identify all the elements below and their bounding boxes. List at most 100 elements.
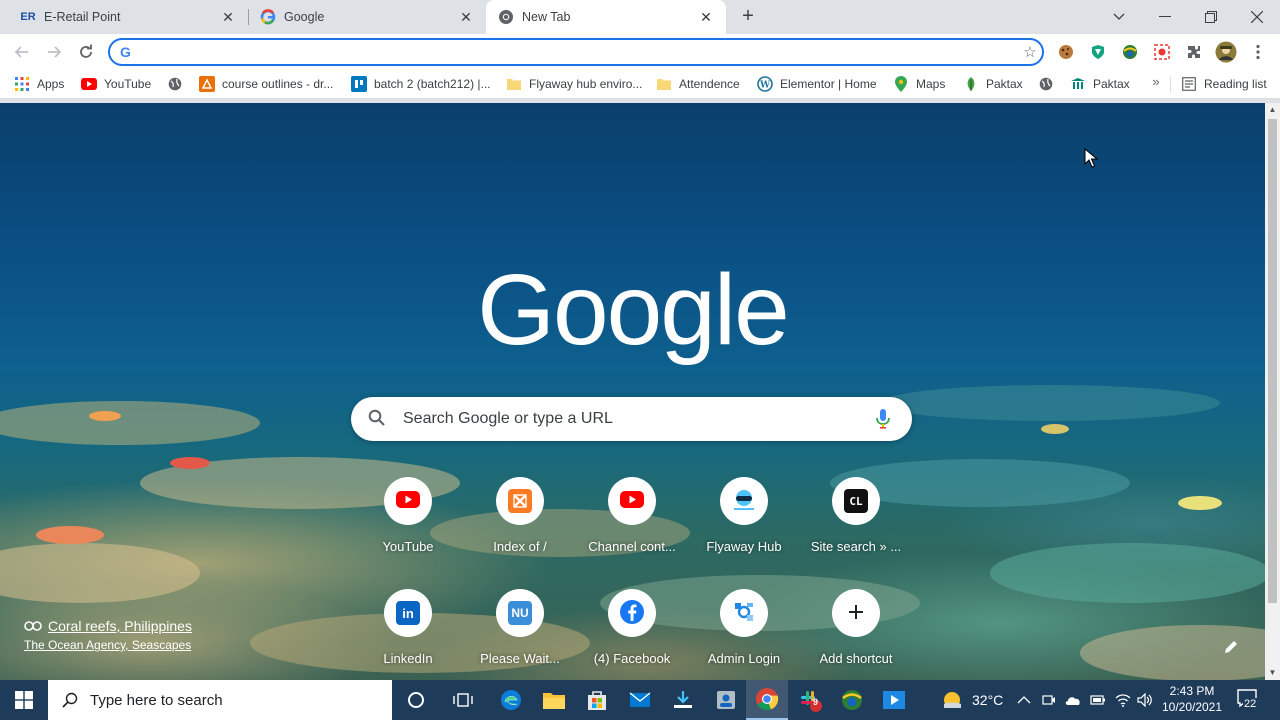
- reading-list-label: Reading list: [1204, 77, 1267, 91]
- profile-avatar-icon[interactable]: [1214, 40, 1238, 64]
- restore-button[interactable]: [1188, 0, 1234, 34]
- scroll-up-arrow-icon[interactable]: ▲: [1265, 103, 1280, 117]
- page-scrollbar[interactable]: ▲ ▼: [1265, 103, 1280, 680]
- close-icon: [1251, 11, 1263, 23]
- start-button[interactable]: [0, 680, 48, 720]
- ntp-search-input[interactable]: [403, 410, 854, 428]
- forward-button[interactable]: [41, 39, 67, 65]
- add-shortcut-button[interactable]: Add shortcut: [800, 581, 912, 680]
- bookmark-star-icon[interactable]: ☆: [1018, 43, 1042, 61]
- weather-widget[interactable]: 32°C: [941, 680, 1003, 720]
- vpn-shield-extension-icon[interactable]: [1087, 41, 1109, 63]
- bookmark-maps[interactable]: Maps: [893, 74, 945, 94]
- bookmark-attendence[interactable]: Attendence: [656, 74, 740, 94]
- weather-sun-icon: [944, 692, 961, 708]
- taskbar-slack[interactable]: 9: [789, 680, 831, 720]
- screen-capture-extension-icon[interactable]: [1151, 41, 1173, 63]
- shortcut-site-search[interactable]: CL Site search » ...: [800, 469, 912, 581]
- bookmark-batch2[interactable]: batch 2 (batch212) |...: [351, 74, 491, 94]
- taskbar-mail[interactable]: [619, 680, 661, 720]
- bookmark-paktax[interactable]: Paktax: [963, 74, 1023, 94]
- reading-list-button[interactable]: Reading list: [1181, 74, 1267, 94]
- shortcut-admin-login[interactable]: Admin Login: [688, 581, 800, 680]
- bookmark-youtube[interactable]: YouTube: [81, 74, 151, 94]
- menu-kebab-icon[interactable]: [1247, 41, 1269, 63]
- close-icon[interactable]: ✕: [698, 9, 714, 25]
- address-input[interactable]: [144, 44, 1018, 60]
- minimize-button[interactable]: [1142, 0, 1188, 34]
- notification-count: 22: [1243, 698, 1258, 710]
- cookie-extension-icon[interactable]: [1055, 41, 1077, 63]
- address-bar[interactable]: G ☆: [108, 38, 1044, 66]
- taskbar-search-box[interactable]: [48, 680, 392, 720]
- shortcut-channel-content[interactable]: Channel cont...: [576, 469, 688, 581]
- tray-wifi-icon[interactable]: [1115, 680, 1131, 720]
- bookmark-elementor[interactable]: W Elementor | Home: [757, 74, 877, 94]
- new-tab-button[interactable]: +: [736, 5, 760, 29]
- tray-volume-icon[interactable]: [1137, 680, 1153, 720]
- background-attribution: Coral reefs, Philippines The Ocean Agenc…: [24, 618, 192, 652]
- bookmark-globe[interactable]: [167, 74, 190, 94]
- close-window-button[interactable]: [1234, 0, 1280, 34]
- taskbar-chrome[interactable]: [746, 680, 788, 720]
- task-view-button[interactable]: [442, 680, 484, 720]
- slack-notification-badge: 9: [813, 697, 819, 707]
- close-icon[interactable]: ✕: [458, 9, 474, 25]
- toolbar: G ☆: [0, 34, 1280, 70]
- tab-eretail[interactable]: ER E-Retail Point ✕: [0, 0, 248, 34]
- shortcut-linkedin[interactable]: in LinkedIn: [352, 581, 464, 680]
- bookmark-paktax-2[interactable]: Paktax: [1070, 74, 1130, 94]
- taskbar-app-download[interactable]: [662, 680, 704, 720]
- taskbar-file-explorer[interactable]: [533, 680, 575, 720]
- tray-battery-icon[interactable]: [1090, 680, 1106, 720]
- taskbar-app-contacts[interactable]: [705, 680, 747, 720]
- voice-search-mic-icon[interactable]: [854, 409, 912, 429]
- tab-new-tab[interactable]: New Tab ✕: [486, 0, 726, 34]
- shortcut-please-wait[interactable]: NU Please Wait...: [464, 581, 576, 680]
- taskbar-edge[interactable]: [490, 680, 532, 720]
- shortcut-facebook[interactable]: (4) Facebook: [576, 581, 688, 680]
- shortcut-index-of[interactable]: Index of /: [464, 469, 576, 581]
- folder-icon: [506, 76, 522, 92]
- bookmark-flyaway-env[interactable]: Flyaway hub enviro...: [506, 74, 642, 94]
- tab-search-button[interactable]: [1096, 0, 1142, 34]
- cortana-button[interactable]: [395, 680, 437, 720]
- action-center-button[interactable]: 22: [1236, 688, 1260, 712]
- bookmark-label: course outlines - dr...: [222, 77, 334, 91]
- bookmark-course-outlines[interactable]: course outlines - dr...: [199, 74, 333, 94]
- reload-icon: [80, 44, 92, 58]
- shortcut-flyaway-hub[interactable]: Flyaway Hub: [688, 469, 800, 581]
- taskbar-store[interactable]: [576, 680, 618, 720]
- tray-meet-icon[interactable]: [1042, 680, 1056, 720]
- extensions-puzzle-icon[interactable]: [1183, 41, 1205, 63]
- bookmarks-overflow-chevron-icon[interactable]: »: [1148, 74, 1164, 94]
- scrollbar-thumb[interactable]: [1268, 119, 1277, 603]
- wifi-icon: [1115, 694, 1131, 707]
- close-icon[interactable]: ✕: [220, 9, 236, 25]
- shortcut-label: Please Wait...: [480, 651, 560, 666]
- back-button[interactable]: [9, 39, 35, 65]
- bookmark-globe-2[interactable]: [1038, 74, 1061, 94]
- taskbar-globe-app[interactable]: [831, 680, 873, 720]
- bookmark-label: Attendence: [679, 77, 740, 91]
- customize-pencil-icon[interactable]: [1220, 639, 1242, 661]
- bookmark-apps[interactable]: Apps: [14, 74, 64, 94]
- globe-extension-icon[interactable]: [1119, 41, 1141, 63]
- drive-icon: [199, 76, 215, 92]
- taskbar-search-input[interactable]: [90, 691, 370, 709]
- svg-text:W: W: [759, 81, 771, 91]
- shortcut-youtube[interactable]: YouTube: [352, 469, 464, 581]
- tab-google[interactable]: Google ✕: [248, 0, 486, 34]
- search-icon: [62, 692, 78, 708]
- chevron-up-icon: [1017, 696, 1031, 704]
- attribution-link[interactable]: Coral reefs, Philippines: [24, 618, 192, 634]
- show-hidden-icons-button[interactable]: [1017, 680, 1031, 720]
- scroll-down-arrow-icon[interactable]: ▼: [1265, 666, 1280, 680]
- tray-onedrive-icon[interactable]: [1064, 680, 1082, 720]
- reload-button[interactable]: [73, 39, 99, 65]
- attribution-credit[interactable]: The Ocean Agency, Seascapes: [24, 638, 192, 652]
- taskbar-media-app[interactable]: [873, 680, 915, 720]
- taskbar-clock[interactable]: 2:43 PM 10/20/2021: [1156, 683, 1228, 715]
- ntp-search-box[interactable]: [351, 397, 912, 441]
- cl-icon: CL: [844, 489, 868, 513]
